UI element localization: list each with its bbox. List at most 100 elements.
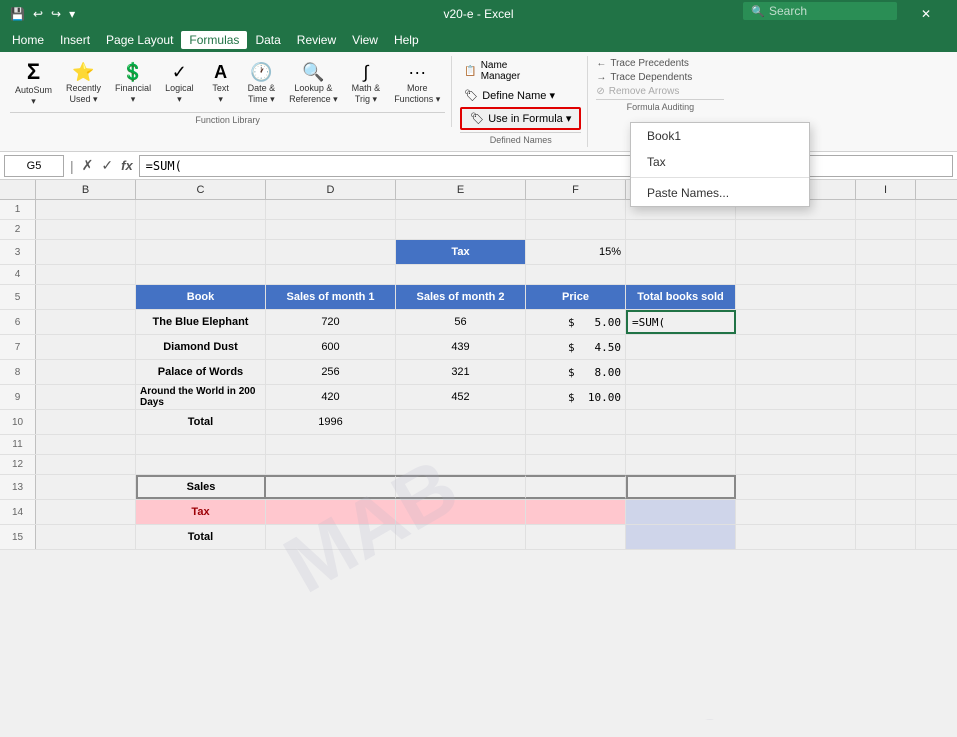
cell-d7[interactable]: 600 <box>266 335 396 359</box>
cell-g10[interactable] <box>626 410 736 434</box>
cell-h13[interactable] <box>736 475 856 499</box>
trace-precedents-button[interactable]: ← Trace Precedents <box>596 58 724 69</box>
cell-b1[interactable] <box>36 200 136 219</box>
cell-b13[interactable] <box>36 475 136 499</box>
cell-g2[interactable] <box>626 220 736 239</box>
menu-review[interactable]: Review <box>289 31 344 49</box>
menu-insert[interactable]: Insert <box>52 31 98 49</box>
col-header-d[interactable]: D <box>266 180 396 200</box>
name-box[interactable] <box>4 155 64 177</box>
trace-dependents-button[interactable]: → Trace Dependents <box>596 72 724 83</box>
cell-e3[interactable]: Tax <box>396 240 526 264</box>
cell-c5[interactable]: Book <box>136 285 266 309</box>
cell-g12[interactable] <box>626 455 736 474</box>
math-button[interactable]: ∫ Math &Trig ▾ <box>347 60 386 108</box>
cell-e14[interactable] <box>396 500 526 524</box>
col-header-i[interactable]: I <box>856 180 916 200</box>
cell-c6[interactable]: The Blue Elephant <box>136 310 266 334</box>
col-header-e[interactable]: E <box>396 180 526 200</box>
confirm-icon[interactable]: ✓ <box>99 157 115 174</box>
cell-g4[interactable] <box>626 265 736 284</box>
cell-c14[interactable]: Tax <box>136 500 266 524</box>
cell-b11[interactable] <box>36 435 136 454</box>
cell-c8[interactable]: Palace of Words <box>136 360 266 384</box>
cell-d4[interactable] <box>266 265 396 284</box>
recently-used-button[interactable]: ⭐ RecentlyUsed ▾ <box>61 60 106 108</box>
remove-arrows-button[interactable]: ⊘ Remove Arrows <box>596 86 724 97</box>
cell-e7[interactable]: 439 <box>396 335 526 359</box>
cell-i11[interactable] <box>856 435 916 454</box>
cell-d12[interactable] <box>266 455 396 474</box>
cell-h3[interactable] <box>736 240 856 264</box>
cell-e12[interactable] <box>396 455 526 474</box>
cell-b7[interactable] <box>36 335 136 359</box>
cell-h8[interactable] <box>736 360 856 384</box>
dropdown-item-paste-names[interactable]: Paste Names... <box>631 180 809 206</box>
cell-i2[interactable] <box>856 220 916 239</box>
cell-c7[interactable]: Diamond Dust <box>136 335 266 359</box>
cell-g9[interactable] <box>626 385 736 409</box>
cancel-icon[interactable]: ✗ <box>80 157 96 174</box>
cell-d2[interactable] <box>266 220 396 239</box>
col-header-b[interactable]: B <box>36 180 136 200</box>
cell-d10[interactable]: 1996 <box>266 410 396 434</box>
more-icon[interactable]: ▾ <box>67 5 77 23</box>
cell-i5[interactable] <box>856 285 916 309</box>
menu-view[interactable]: View <box>344 31 386 49</box>
cell-f15[interactable] <box>526 525 626 549</box>
cell-b10[interactable] <box>36 410 136 434</box>
text-button[interactable]: A Text▾ <box>203 60 239 108</box>
cell-c12[interactable] <box>136 455 266 474</box>
cell-h12[interactable] <box>736 455 856 474</box>
menu-data[interactable]: Data <box>247 31 288 49</box>
cell-c10[interactable]: Total <box>136 410 266 434</box>
dropdown-item-tax[interactable]: Tax <box>631 149 809 175</box>
cell-f6[interactable]: $ 5.00 <box>526 310 626 334</box>
cell-i8[interactable] <box>856 360 916 384</box>
cell-d13[interactable] <box>266 475 396 499</box>
cell-f2[interactable] <box>526 220 626 239</box>
cell-c15[interactable]: Total <box>136 525 266 549</box>
datetime-button[interactable]: 🕐 Date &Time ▾ <box>243 60 281 108</box>
cell-d5[interactable]: Sales of month 1 <box>266 285 396 309</box>
cell-c4[interactable] <box>136 265 266 284</box>
cell-i9[interactable] <box>856 385 916 409</box>
cell-g7[interactable] <box>626 335 736 359</box>
cell-e11[interactable] <box>396 435 526 454</box>
cell-e13[interactable] <box>396 475 526 499</box>
lookup-button[interactable]: 🔍 Lookup &Reference ▾ <box>284 60 343 108</box>
cell-d8[interactable]: 256 <box>266 360 396 384</box>
cell-b5[interactable] <box>36 285 136 309</box>
cell-i7[interactable] <box>856 335 916 359</box>
cell-e9[interactable]: 452 <box>396 385 526 409</box>
cell-f10[interactable] <box>526 410 626 434</box>
cell-e1[interactable] <box>396 200 526 219</box>
save-icon[interactable]: 💾 <box>8 5 27 23</box>
cell-d15[interactable] <box>266 525 396 549</box>
formula-input[interactable] <box>139 155 953 177</box>
cell-d11[interactable] <box>266 435 396 454</box>
cell-f13[interactable] <box>526 475 626 499</box>
cell-b12[interactable] <box>36 455 136 474</box>
cell-h5[interactable] <box>736 285 856 309</box>
cell-f5[interactable]: Price <box>526 285 626 309</box>
cell-h7[interactable] <box>736 335 856 359</box>
cell-g11[interactable] <box>626 435 736 454</box>
financial-button[interactable]: 💲 Financial▾ <box>110 60 156 108</box>
cell-f9[interactable]: $ 10.00 <box>526 385 626 409</box>
cell-b8[interactable] <box>36 360 136 384</box>
fx-icon[interactable]: fx <box>119 158 135 173</box>
cell-i3[interactable] <box>856 240 916 264</box>
cell-g3[interactable] <box>626 240 736 264</box>
cell-g5[interactable]: Total books sold <box>626 285 736 309</box>
use-in-formula-button[interactable]: 🏷 Use in Formula ▾ <box>460 107 581 130</box>
cell-d1[interactable] <box>266 200 396 219</box>
cell-b15[interactable] <box>36 525 136 549</box>
more-functions-button[interactable]: ··· MoreFunctions ▾ <box>389 60 445 108</box>
cell-f7[interactable]: $ 4.50 <box>526 335 626 359</box>
cell-i14[interactable] <box>856 500 916 524</box>
cell-h6[interactable] <box>736 310 856 334</box>
close-button[interactable]: ✕ <box>903 0 949 28</box>
define-name-button[interactable]: 🏷 Define Name ▾ <box>460 87 581 104</box>
cell-f8[interactable]: $ 8.00 <box>526 360 626 384</box>
